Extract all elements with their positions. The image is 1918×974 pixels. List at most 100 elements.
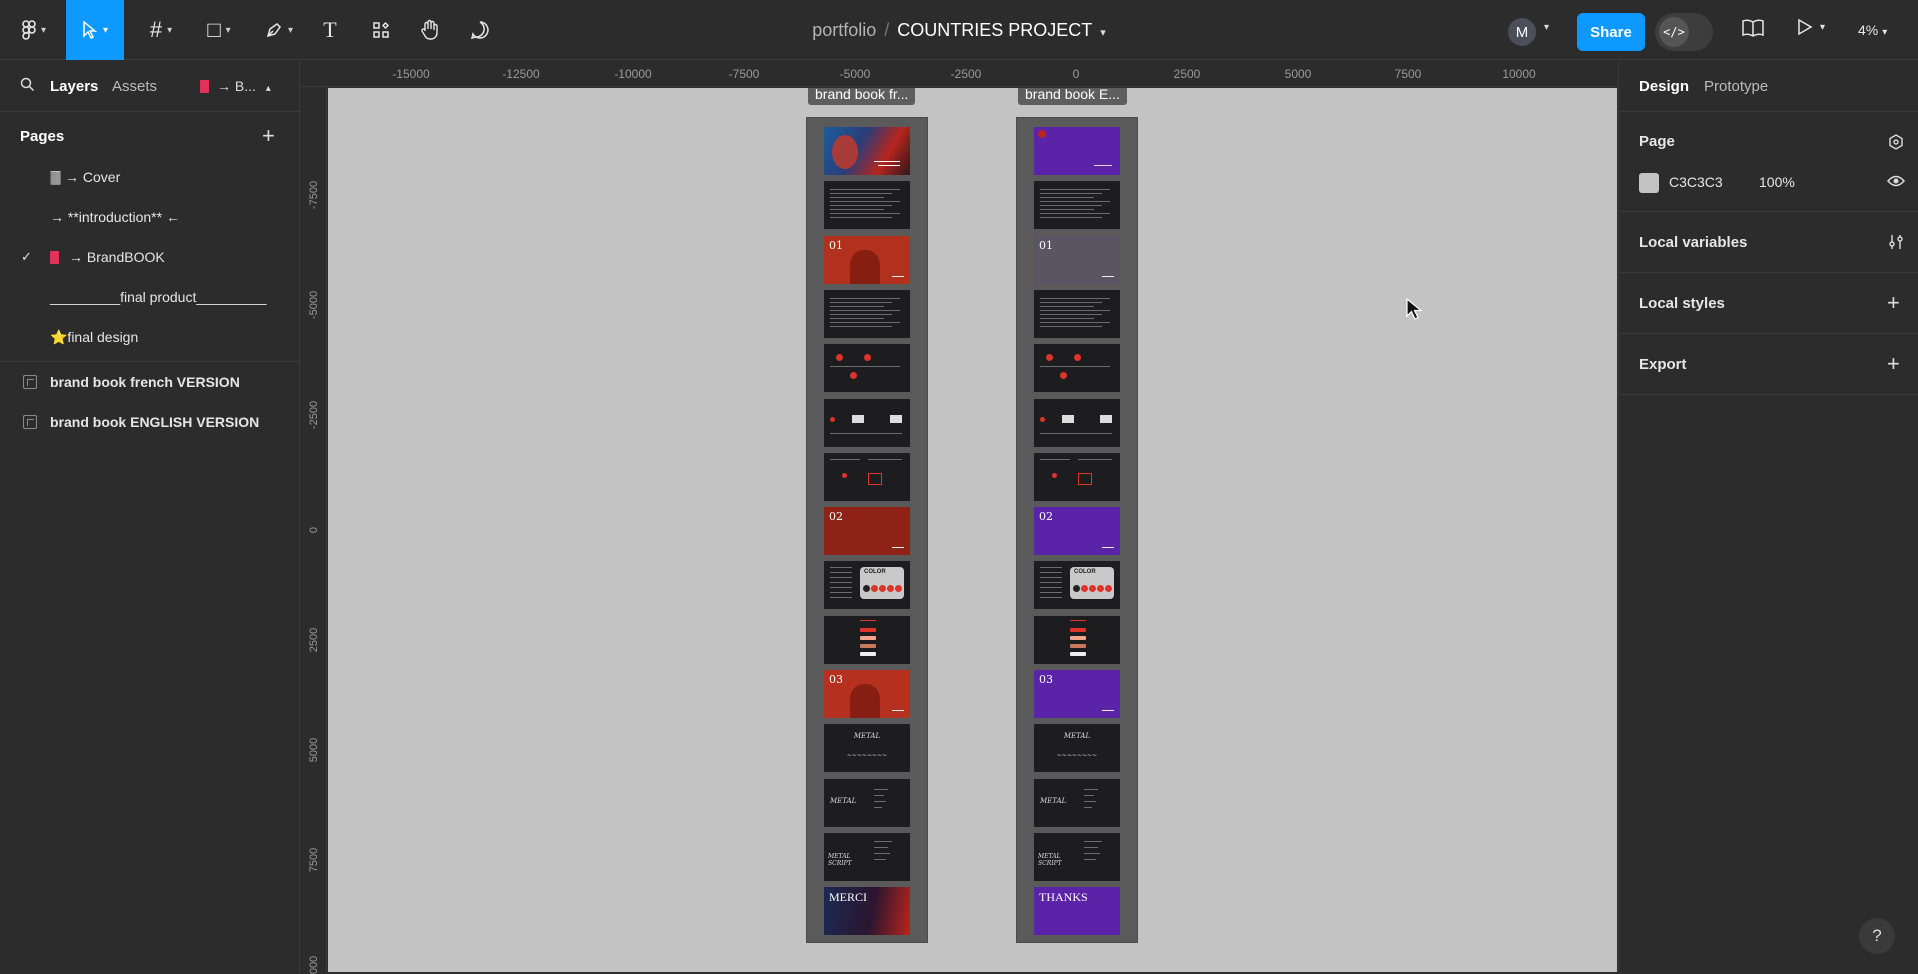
slide-thumbnail[interactable] xyxy=(824,127,910,175)
pen-icon xyxy=(266,23,281,38)
slide-thumbnail[interactable]: METAL xyxy=(1034,778,1120,827)
present-play-icon[interactable] xyxy=(1797,18,1813,41)
local-variables-heading[interactable]: Local variables xyxy=(1639,234,1747,251)
ruler-tick-label: -2500 xyxy=(308,400,320,430)
frame-label[interactable]: brand book fr... xyxy=(808,88,916,105)
pen-tool-button[interactable]: ▾ xyxy=(258,8,300,52)
add-icon[interactable]: + xyxy=(1887,351,1900,377)
slide-thumbnail[interactable]: 01 xyxy=(824,235,910,284)
page-item-final-product[interactable]: _________final product_________ xyxy=(0,280,300,314)
eye-icon[interactable] xyxy=(1887,174,1905,193)
zoom-menu[interactable]: 4% ▾ xyxy=(1858,22,1887,38)
page-item-cover[interactable]: 🀫 → Cover xyxy=(0,160,300,194)
slide-thumbnail[interactable]: METAL ~~~~~~~~ xyxy=(1034,724,1120,773)
slide-thumbnail[interactable]: 03 xyxy=(1034,670,1120,718)
chapter-number: 01 xyxy=(829,238,843,252)
slide-thumbnail[interactable] xyxy=(1034,289,1120,338)
frame-icon xyxy=(23,415,37,429)
frame-label[interactable]: brand book E... xyxy=(1018,88,1127,105)
slide-thumbnail[interactable] xyxy=(1034,452,1120,501)
page-picker[interactable]: → B... ▴ xyxy=(200,78,271,94)
hand-tool-button[interactable] xyxy=(416,8,444,52)
main-menu-button[interactable]: ▾ xyxy=(14,8,54,52)
frame-tool-button[interactable]: # ▾ xyxy=(140,8,182,52)
library-book-icon[interactable] xyxy=(1742,18,1764,43)
text-tool-button[interactable]: T xyxy=(318,8,342,52)
slide-thumbnail[interactable]: 03 xyxy=(824,670,910,718)
project-name[interactable]: portfolio xyxy=(812,20,876,40)
tab-prototype[interactable]: Prototype xyxy=(1704,78,1768,95)
dev-mode-toggle[interactable]: </> xyxy=(1655,13,1713,51)
brand-book-frame[interactable]: 01 02 COLOR 03 METAL ~~~~~~~~ METAL METAL SCRIP… xyxy=(806,117,928,943)
slide-thumbnail[interactable] xyxy=(824,398,910,447)
canvas[interactable]: brand book fr... 01 02 COLOR 03 METAL ~~~~~~~~… xyxy=(328,88,1617,972)
divider xyxy=(0,361,300,362)
slide-thumbnail[interactable]: METAL ~~~~~~~~ xyxy=(824,724,910,773)
slide-thumbnail[interactable] xyxy=(824,452,910,501)
slide-thumbnail[interactable] xyxy=(824,181,910,230)
file-name[interactable]: COUNTRIES PROJECT xyxy=(897,20,1092,40)
page-color-opacity[interactable]: 100% xyxy=(1759,174,1795,190)
slide-thumbnail[interactable]: 02 xyxy=(824,507,910,556)
vertical-ruler: -7500 -5000 -2500 0 2500 5000 7500 000 xyxy=(301,87,327,974)
slide-thumbnail[interactable] xyxy=(1034,398,1120,447)
page-picker-label: → B... xyxy=(217,78,256,94)
slide-thumbnail[interactable] xyxy=(1034,181,1120,230)
help-button[interactable]: ? xyxy=(1859,918,1895,954)
slide-thumbnail[interactable]: COLOR xyxy=(1034,561,1120,610)
slide-thumbnail[interactable]: 02 xyxy=(1034,507,1120,556)
ruler-tick-label: 5000 xyxy=(1284,67,1312,81)
slide-thumbnail[interactable] xyxy=(824,344,910,393)
chevron-down-icon[interactable]: ▾ xyxy=(1100,27,1106,39)
slide-thumbnail[interactable]: COLOR xyxy=(824,561,910,610)
closing-word: THANKS xyxy=(1039,890,1088,905)
slide-thumbnail[interactable] xyxy=(824,615,910,664)
slide-thumbnail[interactable]: METAL SCRIPT xyxy=(1034,832,1120,881)
slide-thumbnail[interactable] xyxy=(824,289,910,338)
brand-book-frame[interactable]: 01 02 COLOR 03 METAL ~~~~~~~~ METAL METAL SCRIP… xyxy=(1016,117,1138,943)
add-page-icon[interactable]: + xyxy=(262,123,275,149)
script-text: METAL SCRIPT xyxy=(1038,852,1062,867)
avatar[interactable]: M xyxy=(1508,18,1536,46)
ruler-tick-label: 7500 xyxy=(1394,67,1422,81)
share-button[interactable]: Share xyxy=(1577,13,1645,51)
chevron-down-icon[interactable]: ▾ xyxy=(1820,22,1825,33)
slide-thumbnail[interactable]: 01 xyxy=(1034,235,1120,284)
tab-assets[interactable]: Assets xyxy=(112,78,157,95)
tab-layers[interactable]: Layers xyxy=(50,78,98,95)
page-item-label: → **introduction** ← xyxy=(50,209,180,225)
comment-tool-button[interactable] xyxy=(466,8,494,52)
tab-design[interactable]: Design xyxy=(1639,78,1689,95)
move-tool-button[interactable]: ▾ xyxy=(66,0,124,60)
slide-thumbnail[interactable]: METAL xyxy=(824,778,910,827)
slide-thumbnail[interactable]: METAL SCRIPT xyxy=(824,832,910,881)
slide-thumbnail[interactable] xyxy=(1034,127,1120,175)
slide-thumbnail[interactable]: MERCI xyxy=(824,887,910,936)
comment-icon xyxy=(470,21,489,40)
slide-thumbnail[interactable] xyxy=(1034,344,1120,393)
zoom-level: 4% xyxy=(1858,22,1879,38)
page-color-hex[interactable]: C3C3C3 xyxy=(1669,174,1723,190)
add-icon[interactable]: + xyxy=(1887,290,1900,316)
page-item-final-design[interactable]: ⭐final design xyxy=(0,320,300,354)
resources-tool-button[interactable] xyxy=(368,8,394,52)
left-panel-tabs: Layers Assets → B... ▴ xyxy=(0,61,300,111)
variables-sliders-icon[interactable] xyxy=(1887,233,1905,256)
shape-tool-button[interactable]: □ ▾ xyxy=(198,8,240,52)
page-item-label: _________final product_________ xyxy=(50,289,267,305)
slide-thumbnail[interactable] xyxy=(1034,615,1120,664)
book-icon xyxy=(50,251,59,264)
page-item-label: 🀫 → Cover xyxy=(50,169,121,185)
layer-item-french[interactable]: brand book french VERSION xyxy=(0,365,300,399)
chevron-down-icon[interactable]: ▾ xyxy=(1544,22,1549,33)
divider xyxy=(1619,394,1918,395)
page-item-brandbook[interactable]: ✓ → BrandBOOK xyxy=(0,240,300,274)
search-icon[interactable] xyxy=(20,77,35,97)
page-color-swatch[interactable] xyxy=(1639,173,1659,193)
styles-toggle-icon[interactable] xyxy=(1887,133,1905,156)
ruler-tick-label: 0 xyxy=(1072,67,1080,81)
slide-thumbnail[interactable]: THANKS xyxy=(1034,887,1120,936)
page-item-introduction[interactable]: → **introduction** ← xyxy=(0,200,300,234)
checkmark-icon: ✓ xyxy=(21,249,32,264)
layer-item-english[interactable]: brand book ENGLISH VERSION xyxy=(0,405,300,439)
